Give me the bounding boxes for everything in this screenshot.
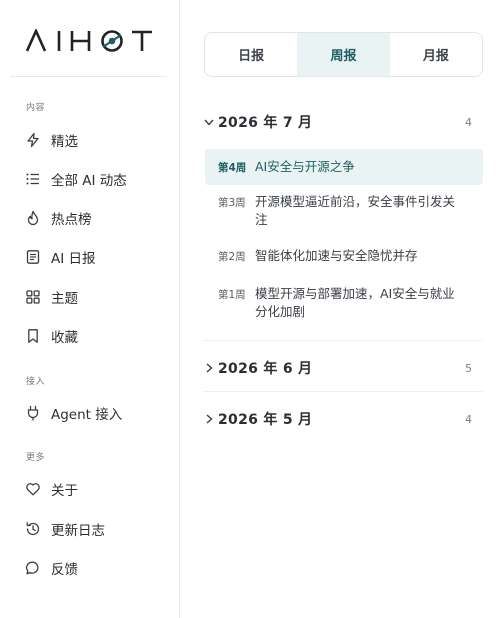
heart-icon xyxy=(24,480,42,498)
sidebar-item-feedback[interactable]: 反馈 xyxy=(24,556,174,580)
sidebar: 内容 精选 全部 AI 动态 热点榜 AI 日报 主题 收藏 接入 Agent … xyxy=(0,0,180,618)
month-title: 2026 年 5 月 xyxy=(218,412,313,428)
sidebar-item-label: 热点榜 xyxy=(51,212,92,228)
week-title: 智能体化加速与安全隐忧并存 xyxy=(255,248,418,263)
month-header-2026-05[interactable]: 2026 年 5 月 4 xyxy=(202,407,484,431)
month-count: 4 xyxy=(465,115,472,129)
list-icon xyxy=(24,170,42,188)
month-separator xyxy=(204,391,483,392)
month-count: 4 xyxy=(465,412,472,426)
sidebar-item-label: 主题 xyxy=(51,291,78,307)
sidebar-item-label: 精选 xyxy=(51,134,78,150)
chevron-down-icon xyxy=(202,115,216,129)
sidebar-item-label: 更新日志 xyxy=(51,523,105,539)
chevron-right-icon xyxy=(202,361,216,375)
week-row-3[interactable]: 第3周 开源模型逼近前沿，安全事件引发关注 xyxy=(205,193,483,235)
week-title: 模型开源与部署加速，AI安全与就业分化加剧 xyxy=(255,286,455,319)
chat-bubble-icon xyxy=(24,559,42,577)
sidebar-item-label: 收藏 xyxy=(51,330,78,346)
tab-weekly[interactable]: 周报 xyxy=(297,33,390,76)
grid-icon xyxy=(24,288,42,306)
week-row-4[interactable]: 第4周 AI安全与开源之争 xyxy=(205,149,483,185)
sidebar-item-ai-daily[interactable]: AI 日报 xyxy=(24,245,174,269)
week-number: 第2周 xyxy=(218,251,246,263)
bookmark-icon xyxy=(24,327,42,345)
sidebar-item-label: Agent 接入 xyxy=(51,407,123,423)
lightning-icon xyxy=(24,131,42,149)
month-separator xyxy=(204,340,483,341)
sidebar-item-favorites[interactable]: 收藏 xyxy=(24,324,174,348)
history-icon xyxy=(24,520,42,538)
sidebar-item-changelog[interactable]: 更新日志 xyxy=(24,517,174,541)
section-label-access: 接入 xyxy=(26,377,46,387)
aihot-logo[interactable] xyxy=(26,28,154,54)
report-tabs: 日报 周报 月报 xyxy=(204,32,483,77)
week-title: AI安全与开源之争 xyxy=(255,159,355,174)
sidebar-item-about[interactable]: 关于 xyxy=(24,477,174,501)
week-number: 第1周 xyxy=(218,289,246,301)
section-label-content: 内容 xyxy=(26,103,46,113)
logo-divider xyxy=(10,76,167,77)
sidebar-item-agent-access[interactable]: Agent 接入 xyxy=(24,401,174,425)
month-title: 2026 年 6 月 xyxy=(218,361,313,377)
tab-monthly[interactable]: 月报 xyxy=(390,33,482,76)
week-number: 第3周 xyxy=(218,197,246,209)
tab-daily[interactable]: 日报 xyxy=(205,33,297,76)
section-label-more: 更多 xyxy=(26,453,46,463)
sidebar-item-trending[interactable]: 热点榜 xyxy=(24,206,174,230)
sidebar-item-label: 关于 xyxy=(51,483,78,499)
sidebar-item-featured[interactable]: 精选 xyxy=(24,128,174,152)
plug-icon xyxy=(24,404,42,422)
document-icon xyxy=(24,248,42,266)
sidebar-item-label: AI 日报 xyxy=(51,251,96,267)
month-header-2026-07[interactable]: 2026 年 7 月 4 xyxy=(202,110,484,134)
flame-icon xyxy=(24,209,42,227)
week-number: 第4周 xyxy=(218,162,247,174)
month-header-2026-06[interactable]: 2026 年 6 月 5 xyxy=(202,356,484,380)
week-title: 开源模型逼近前沿，安全事件引发关注 xyxy=(255,194,456,227)
week-row-1[interactable]: 第1周 模型开源与部署加速，AI安全与就业分化加剧 xyxy=(205,285,483,325)
sidebar-item-all-ai-news[interactable]: 全部 AI 动态 xyxy=(24,167,174,191)
month-title: 2026 年 7 月 xyxy=(218,115,313,131)
sidebar-item-topics[interactable]: 主题 xyxy=(24,285,174,309)
sidebar-item-label: 全部 AI 动态 xyxy=(51,173,127,189)
sidebar-item-label: 反馈 xyxy=(51,562,78,578)
month-count: 5 xyxy=(465,361,472,375)
week-row-2[interactable]: 第2周 智能体化加速与安全隐忧并存 xyxy=(205,247,483,267)
chevron-right-icon xyxy=(202,412,216,426)
